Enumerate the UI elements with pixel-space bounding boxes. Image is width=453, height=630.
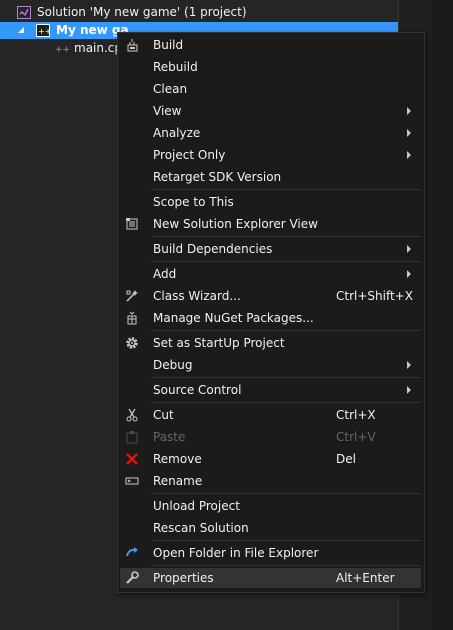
menu-label: Source Control [153,383,242,397]
menu-item-rebuild[interactable]: Rebuild [120,57,421,77]
menu-label: Debug [153,358,193,372]
menu-item-new-solution-explorer-view[interactable]: New Solution Explorer View [120,214,421,234]
menu-item-open-folder[interactable]: Open Folder in File Explorer [120,543,421,563]
menu-label: Rename [153,474,203,488]
menu-label: Manage NuGet Packages... [153,311,314,325]
submenu-arrow-icon [407,107,411,115]
menu-item-manage-nuget[interactable]: Manage NuGet Packages... [120,308,421,328]
menu-separator [151,402,421,403]
svg-text:++: ++ [38,27,50,36]
menu-label: Rebuild [153,60,198,74]
menu-label: Remove [153,452,202,466]
menu-item-retarget-sdk[interactable]: Retarget SDK Version [120,167,421,187]
menu-item-remove[interactable]: Remove Del [120,449,421,469]
menu-item-rename[interactable]: Rename [120,471,421,491]
cpp-project-icon: ++ [36,24,50,37]
menu-label: Build Dependencies [153,242,273,256]
submenu-arrow-icon [407,151,411,159]
cpp-file-icon: ++ [55,45,69,55]
menu-separator [151,261,421,262]
menu-shortcut: Ctrl+Shift+X [336,289,413,303]
menu-separator [151,540,421,541]
collapse-triangle-icon[interactable] [16,25,26,35]
menu-item-class-wizard[interactable]: Class Wizard... Ctrl+Shift+X [120,286,421,306]
build-icon [127,39,138,52]
menu-item-scope-to-this[interactable]: Scope to This [120,192,421,212]
menu-shortcut: Ctrl+X [336,408,376,422]
menu-item-clean[interactable]: Clean [120,79,421,99]
menu-item-build-dependencies[interactable]: Build Dependencies [120,239,421,259]
menu-label: New Solution Explorer View [153,217,318,231]
svg-text:++: ++ [55,45,69,55]
menu-label: Properties [153,571,214,585]
menu-separator [151,493,421,494]
wrench-icon [126,571,139,584]
menu-item-analyze[interactable]: Analyze [120,123,421,143]
submenu-arrow-icon [407,386,411,394]
menu-item-properties[interactable]: Properties Alt+Enter [120,568,421,588]
menu-label: Paste [153,430,186,444]
menu-label: Open Folder in File Explorer [153,546,319,560]
menu-label: Cut [153,408,174,422]
submenu-arrow-icon [407,129,411,137]
menu-item-source-control[interactable]: Source Control [120,380,421,400]
right-panel-edge [433,0,453,630]
menu-item-paste: Paste Ctrl+V [120,427,421,447]
menu-separator [151,330,421,331]
menu-label: Retarget SDK Version [153,170,282,184]
menu-separator [151,189,421,190]
menu-item-set-startup[interactable]: Set as StartUp Project [120,333,421,353]
rename-icon [125,477,139,485]
menu-label: Add [153,267,177,281]
menu-label: Rescan Solution [153,521,249,535]
visual-studio-solution-icon [17,6,31,19]
red-x-icon [126,453,138,465]
menu-item-view[interactable]: View [120,101,421,121]
menu-label: Scope to This [153,195,234,209]
nuget-icon [127,311,137,325]
menu-shortcut: Ctrl+V [336,430,376,444]
submenu-arrow-icon [407,245,411,253]
menu-item-unload-project[interactable]: Unload Project [120,496,421,516]
gear-icon [126,337,138,349]
menu-label: Unload Project [153,499,240,513]
submenu-arrow-icon [407,270,411,278]
class-wizard-icon [126,290,138,302]
menu-separator [151,377,421,378]
clipboard-icon [126,431,138,444]
menu-item-project-only[interactable]: Project Only [120,145,421,165]
refresh-arrow-icon [126,547,138,557]
menu-label: Analyze [153,126,201,140]
menu-shortcut: Del [336,452,356,466]
menu-item-add[interactable]: Add [120,264,421,284]
menu-item-rescan-solution[interactable]: Rescan Solution [120,518,421,538]
menu-item-build[interactable]: Build [120,35,421,55]
submenu-arrow-icon [407,361,411,369]
file-label: main.cp [74,41,123,55]
menu-shortcut: Alt+Enter [336,571,395,585]
menu-label: Class Wizard... [153,289,241,303]
menu-separator [151,565,421,566]
menu-label: Set as StartUp Project [153,336,285,350]
scissors-icon [126,408,138,422]
menu-item-cut[interactable]: Cut Ctrl+X [120,405,421,425]
context-menu: Build Rebuild Clean View Analyze Project… [117,32,425,593]
solution-label: Solution 'My new game' (1 project) [37,5,247,19]
menu-separator [151,236,421,237]
menu-label: Clean [153,82,188,96]
new-solution-explorer-view-icon [126,218,138,230]
menu-item-debug[interactable]: Debug [120,355,421,375]
menu-label: Build [153,38,184,52]
menu-label: Project Only [153,148,226,162]
tree-row-solution[interactable]: Solution 'My new game' (1 project) [0,4,398,21]
menu-label: View [153,104,182,118]
